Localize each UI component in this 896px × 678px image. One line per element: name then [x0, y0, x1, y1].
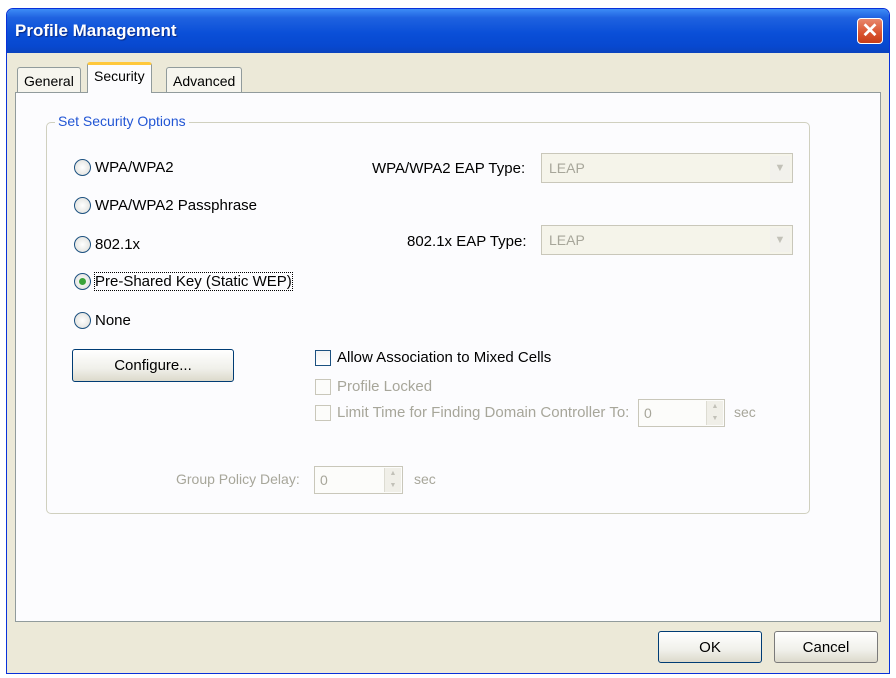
tab-security[interactable]: Security	[87, 62, 152, 93]
domain-controller-unit: sec	[734, 404, 756, 420]
radio-wpa-wpa2-passphrase[interactable]: WPA/WPA2 Passphrase	[74, 197, 257, 214]
spinner-arrows[interactable]: ▲ ▼	[384, 468, 401, 492]
chevron-down-icon[interactable]: ▼	[770, 228, 790, 252]
close-icon: ✕	[861, 20, 879, 42]
spinner-arrows[interactable]: ▲ ▼	[706, 401, 723, 425]
radio-label: Pre-Shared Key (Static WEP)	[94, 272, 293, 291]
group-policy-delay-label: Group Policy Delay:	[176, 471, 300, 487]
radio-label: WPA/WPA2	[95, 159, 174, 176]
checkbox-box[interactable]	[315, 404, 331, 421]
radio-indicator[interactable]	[74, 312, 91, 329]
spinner-value: 0	[320, 472, 328, 488]
spin-up-icon[interactable]: ▲	[707, 401, 723, 413]
checkbox-box[interactable]	[315, 378, 331, 395]
checkbox-label: Limit Time for Finding Domain Controller…	[337, 404, 630, 421]
dot1x-eap-type-select[interactable]: LEAP ▼	[541, 225, 793, 255]
radio-label: 802.1x	[95, 236, 141, 253]
wpa-eap-type-label: WPA/WPA2 EAP Type:	[372, 160, 526, 177]
profile-locked-checkbox[interactable]: Profile Locked	[315, 378, 432, 395]
radio-label: WPA/WPA2 Passphrase	[95, 197, 257, 214]
group-policy-delay-unit: sec	[414, 471, 436, 487]
wpa-eap-type-select[interactable]: LEAP ▼	[541, 153, 793, 183]
radio-802-1x[interactable]: 802.1x	[74, 236, 140, 253]
ok-button[interactable]: OK	[658, 631, 762, 663]
dot1x-eap-type-label: 802.1x EAP Type:	[407, 233, 527, 250]
tab-general[interactable]: General	[17, 67, 81, 93]
allow-mixed-cells-checkbox[interactable]: Allow Association to Mixed Cells	[315, 349, 551, 366]
spin-up-icon[interactable]: ▲	[385, 468, 401, 480]
radio-indicator[interactable]	[74, 236, 91, 253]
window-title: Profile Management	[15, 21, 177, 40]
radio-none[interactable]: None	[74, 312, 131, 329]
chevron-down-icon[interactable]: ▼	[770, 156, 790, 180]
title-bar[interactable]: Profile Management ✕	[7, 9, 889, 53]
spin-down-icon[interactable]: ▼	[385, 480, 401, 492]
close-button[interactable]: ✕	[857, 18, 883, 44]
radio-label: None	[95, 312, 131, 329]
spinner-value: 0	[644, 405, 652, 421]
radio-pre-shared-key[interactable]: Pre-Shared Key (Static WEP)	[74, 272, 293, 291]
configure-button[interactable]: Configure...	[72, 349, 234, 382]
security-tab-panel: Set Security Options WPA/WPA2 WPA/WPA2 P…	[15, 92, 881, 622]
profile-management-dialog: Profile Management ✕ General Security Ad…	[6, 8, 890, 674]
cancel-button[interactable]: Cancel	[774, 631, 878, 663]
radio-wpa-wpa2[interactable]: WPA/WPA2	[74, 159, 174, 176]
domain-controller-time-spinner[interactable]: 0 ▲ ▼	[638, 399, 725, 427]
select-value: LEAP	[549, 160, 585, 176]
checkbox-label: Allow Association to Mixed Cells	[337, 349, 552, 366]
group-label: Set Security Options	[55, 113, 189, 129]
checkbox-label: Profile Locked	[337, 378, 433, 395]
tab-advanced[interactable]: Advanced	[166, 67, 243, 93]
checkbox-box[interactable]	[315, 349, 331, 366]
radio-indicator[interactable]	[74, 159, 91, 176]
spin-down-icon[interactable]: ▼	[707, 413, 723, 425]
radio-indicator-selected[interactable]	[74, 273, 91, 290]
limit-time-checkbox[interactable]: Limit Time for Finding Domain Controller…	[315, 404, 629, 421]
group-policy-delay-spinner[interactable]: 0 ▲ ▼	[314, 466, 403, 494]
radio-indicator[interactable]	[74, 197, 91, 214]
select-value: LEAP	[549, 232, 585, 248]
